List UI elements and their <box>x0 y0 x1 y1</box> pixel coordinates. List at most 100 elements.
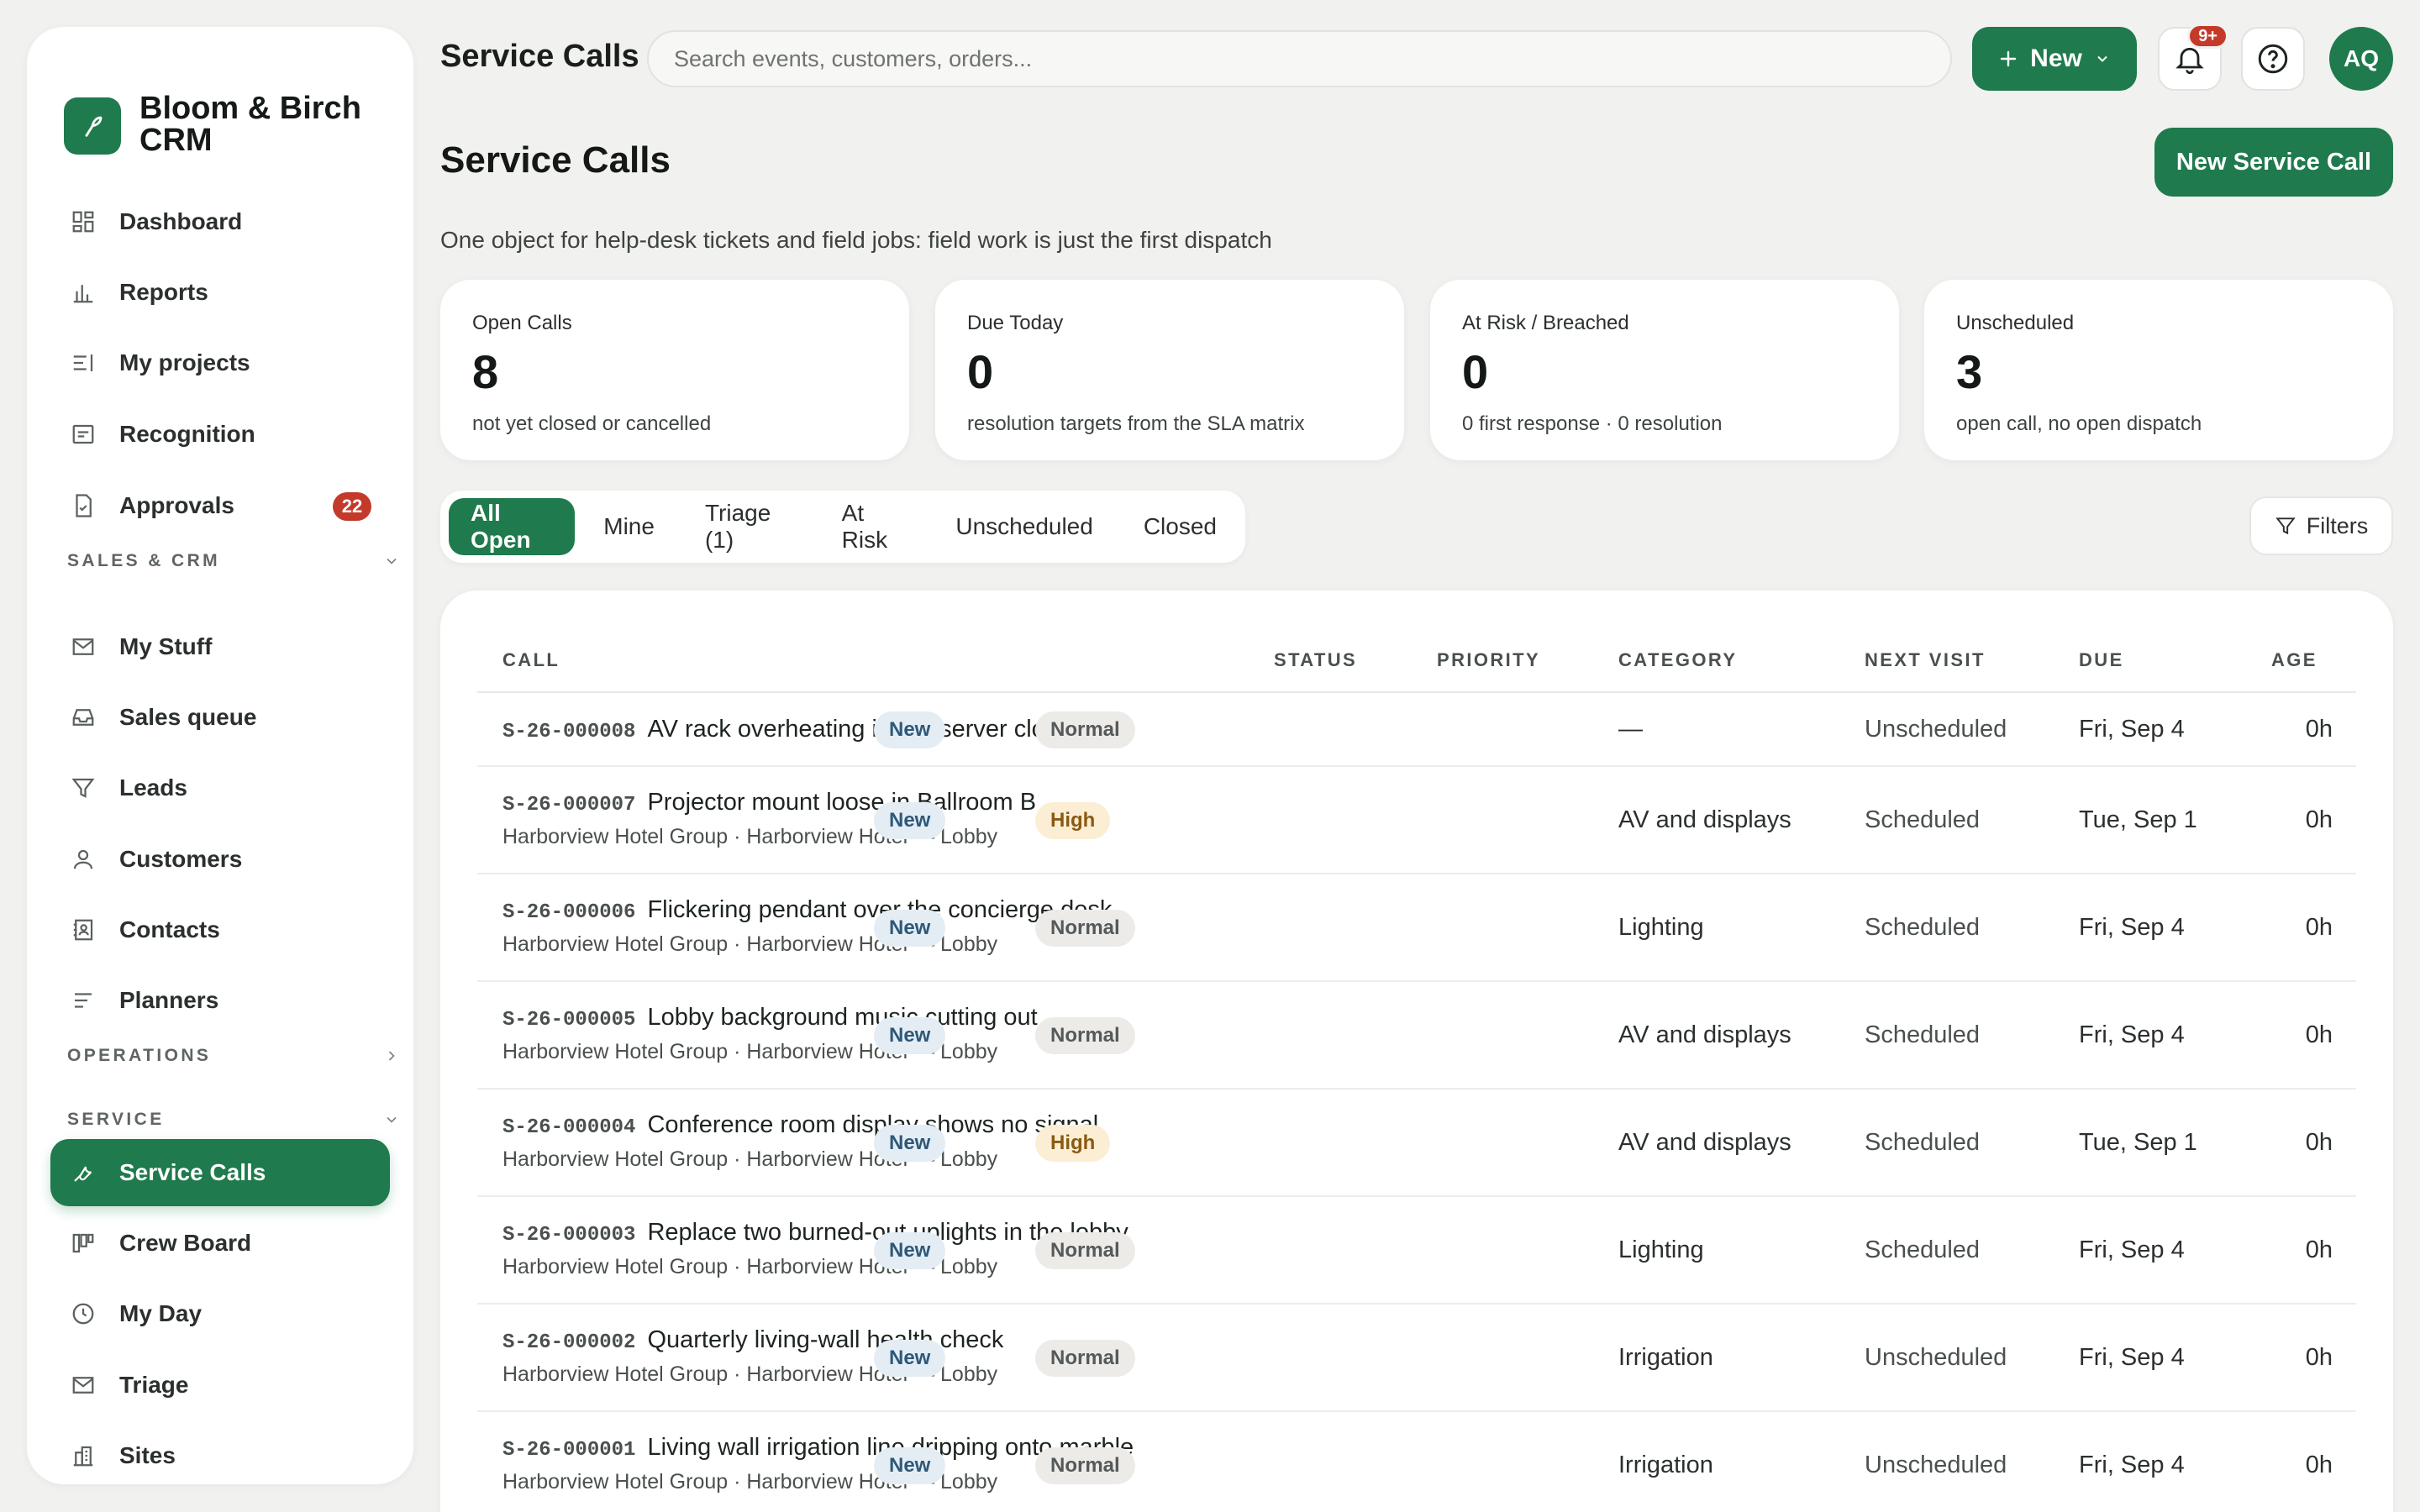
call-title[interactable]: Quarterly living-wall health check <box>647 1326 1003 1354</box>
document-check-icon <box>69 491 97 520</box>
kpi-card-at-risk[interactable]: At Risk / Breached 0 0 first response · … <box>1430 280 1899 460</box>
call-id[interactable]: S-26-000004 <box>502 1116 635 1139</box>
new-button[interactable]: New <box>1972 27 2137 91</box>
sidebar-item-triage[interactable]: Triage <box>50 1352 390 1419</box>
inbox-icon <box>69 703 97 732</box>
notifications-button[interactable]: 9+ <box>2158 24 2228 91</box>
kpi-card-unscheduled[interactable]: Unscheduled 3 open call, no open dispatc… <box>1924 280 2393 460</box>
sidebar-item-customers[interactable]: Customers <box>50 826 390 893</box>
kpi-value: 0 <box>967 345 994 398</box>
column-header-next-visit[interactable]: NEXT VISIT <box>1865 649 1986 671</box>
call-cell[interactable]: S-26-000004 Conference room display shows… <box>502 1111 1098 1172</box>
section-sales-crm[interactable]: SALES & CRM <box>67 544 400 578</box>
call-title[interactable]: Conference room display shows no signal <box>647 1111 1098 1139</box>
table-row[interactable]: S-26-000002 Quarterly living-wall health … <box>477 1305 2356 1412</box>
call-id[interactable]: S-26-000001 <box>502 1439 635 1462</box>
column-header-due[interactable]: DUE <box>2079 649 2124 671</box>
building-icon <box>69 1441 97 1470</box>
column-header-status[interactable]: STATUS <box>1274 649 1357 671</box>
new-service-call-button[interactable]: New Service Call <box>2154 128 2393 197</box>
age-cell: 0h <box>2305 1129 2333 1156</box>
call-title[interactable]: Lobby background music cutting out <box>647 1004 1037 1032</box>
sidebar-item-sites[interactable]: Sites <box>50 1422 390 1484</box>
call-cell[interactable]: S-26-000008 AV rack overheating in our se… <box>502 716 1077 743</box>
table-row[interactable]: S-26-000006 Flickering pendant over the c… <box>477 874 2356 982</box>
table-row[interactable]: S-26-000005 Lobby background music cuttin… <box>477 982 2356 1089</box>
next-visit-cell: Scheduled <box>1865 1129 1981 1156</box>
call-title[interactable]: Projector mount loose in Ballroom B <box>647 789 1036 816</box>
category-cell: Irrigation <box>1618 1344 1713 1371</box>
filters-label: Filters <box>2306 512 2369 538</box>
section-service[interactable]: SERVICE <box>67 1103 400 1137</box>
page-title: Service Calls <box>440 139 671 181</box>
section-operations[interactable]: OPERATIONS <box>67 1039 400 1073</box>
tab-closed[interactable]: Closed <box>1122 498 1239 555</box>
priority-badge: Normal <box>1035 1447 1135 1484</box>
sidebar-item-label: Planners <box>119 987 219 1013</box>
tab-triage[interactable]: Triage (1) <box>683 498 813 555</box>
bar-chart-icon <box>69 278 97 307</box>
sidebar-item-dashboard[interactable]: Dashboard <box>50 188 390 255</box>
tab-mine[interactable]: Mine <box>581 498 676 555</box>
call-id[interactable]: S-26-000008 <box>502 721 635 743</box>
category-cell: — <box>1618 716 1643 743</box>
column-header-category[interactable]: CATEGORY <box>1618 649 1737 671</box>
tab-unscheduled[interactable]: Unscheduled <box>934 498 1114 555</box>
call-cell[interactable]: S-26-000006 Flickering pendant over the c… <box>502 896 1112 957</box>
kpi-value: 0 <box>1462 345 1489 398</box>
call-title[interactable]: AV rack overheating in our server closet <box>647 716 1077 743</box>
call-location: Harborview Hotel Group · Harborview Hote… <box>502 825 998 848</box>
call-id[interactable]: S-26-000003 <box>502 1224 635 1247</box>
call-cell[interactable]: S-26-000007 Projector mount loose in Ball… <box>502 789 1036 849</box>
call-id[interactable]: S-26-000002 <box>502 1331 635 1354</box>
age-cell: 0h <box>2305 1344 2333 1371</box>
sidebar-item-contacts[interactable]: Contacts <box>50 896 390 963</box>
sidebar-item-recognition[interactable]: Recognition <box>50 401 390 468</box>
sidebar-item-label: My projects <box>119 349 250 375</box>
user-avatar[interactable]: AQ <box>2329 27 2393 91</box>
brand[interactable]: Bloom & Birch CRM <box>64 71 375 156</box>
sidebar-item-leads[interactable]: Leads <box>50 754 390 822</box>
table-row[interactable]: S-26-000003 Replace two burned-out upligh… <box>477 1197 2356 1305</box>
filters-button[interactable]: Filters <box>2249 496 2393 555</box>
search-bar[interactable] <box>647 30 1952 87</box>
table-row[interactable]: S-26-000001 Living wall irrigation line d… <box>477 1412 2356 1512</box>
lines-icon <box>69 986 97 1015</box>
tab-at-risk[interactable]: At Risk <box>820 498 928 555</box>
sidebar-item-label: Approvals <box>119 492 234 518</box>
sidebar-item-label: Customers <box>119 846 243 872</box>
status-badge: New <box>874 711 946 748</box>
kpi-card-open-calls[interactable]: Open Calls 8 not yet closed or cancelled <box>440 280 909 460</box>
sidebar-item-reports[interactable]: Reports <box>50 259 390 326</box>
age-cell: 0h <box>2305 914 2333 941</box>
due-cell: Tue, Sep 1 <box>2079 1129 2197 1156</box>
table-row[interactable]: S-26-000004 Conference room display shows… <box>477 1089 2356 1197</box>
table-row[interactable]: S-26-000007 Projector mount loose in Ball… <box>477 767 2356 874</box>
chevron-right-icon <box>383 1047 400 1064</box>
sidebar-item-my-day[interactable]: My Day <box>50 1280 390 1347</box>
filter-tabs: All Open Mine Triage (1) At Risk Unsched… <box>440 491 1245 563</box>
sidebar-item-my-projects[interactable]: My projects <box>50 329 390 396</box>
sidebar-item-my-stuff[interactable]: My Stuff <box>50 613 390 680</box>
sidebar-item-crew-board[interactable]: Crew Board <box>50 1210 390 1277</box>
column-header-call[interactable]: CALL <box>502 649 560 671</box>
tab-all-open[interactable]: All Open <box>449 498 576 555</box>
search-input[interactable] <box>674 45 1950 72</box>
sidebar-item-approvals[interactable]: Approvals 22 <box>50 472 390 539</box>
column-header-priority[interactable]: PRIORITY <box>1437 649 1540 671</box>
chevron-down-icon <box>383 1111 400 1128</box>
user-icon <box>69 845 97 874</box>
call-id[interactable]: S-26-000005 <box>502 1009 635 1032</box>
help-button[interactable] <box>2241 27 2305 91</box>
call-id[interactable]: S-26-000006 <box>502 901 635 924</box>
call-cell[interactable]: S-26-000005 Lobby background music cuttin… <box>502 1004 1038 1064</box>
priority-badge: Normal <box>1035 1340 1135 1377</box>
sidebar-item-planners[interactable]: Planners <box>50 967 390 1034</box>
kpi-card-due-today[interactable]: Due Today 0 resolution targets from the … <box>935 280 1404 460</box>
call-id[interactable]: S-26-000007 <box>502 794 635 816</box>
column-header-age[interactable]: AGE <box>2271 649 2317 671</box>
table-row[interactable]: S-26-000008 AV rack overheating in our se… <box>477 693 2356 767</box>
sidebar-item-service-calls[interactable]: Service Calls <box>50 1139 390 1206</box>
sidebar-item-label: Sales queue <box>119 704 257 730</box>
sidebar-item-sales-queue[interactable]: Sales queue <box>50 684 390 751</box>
